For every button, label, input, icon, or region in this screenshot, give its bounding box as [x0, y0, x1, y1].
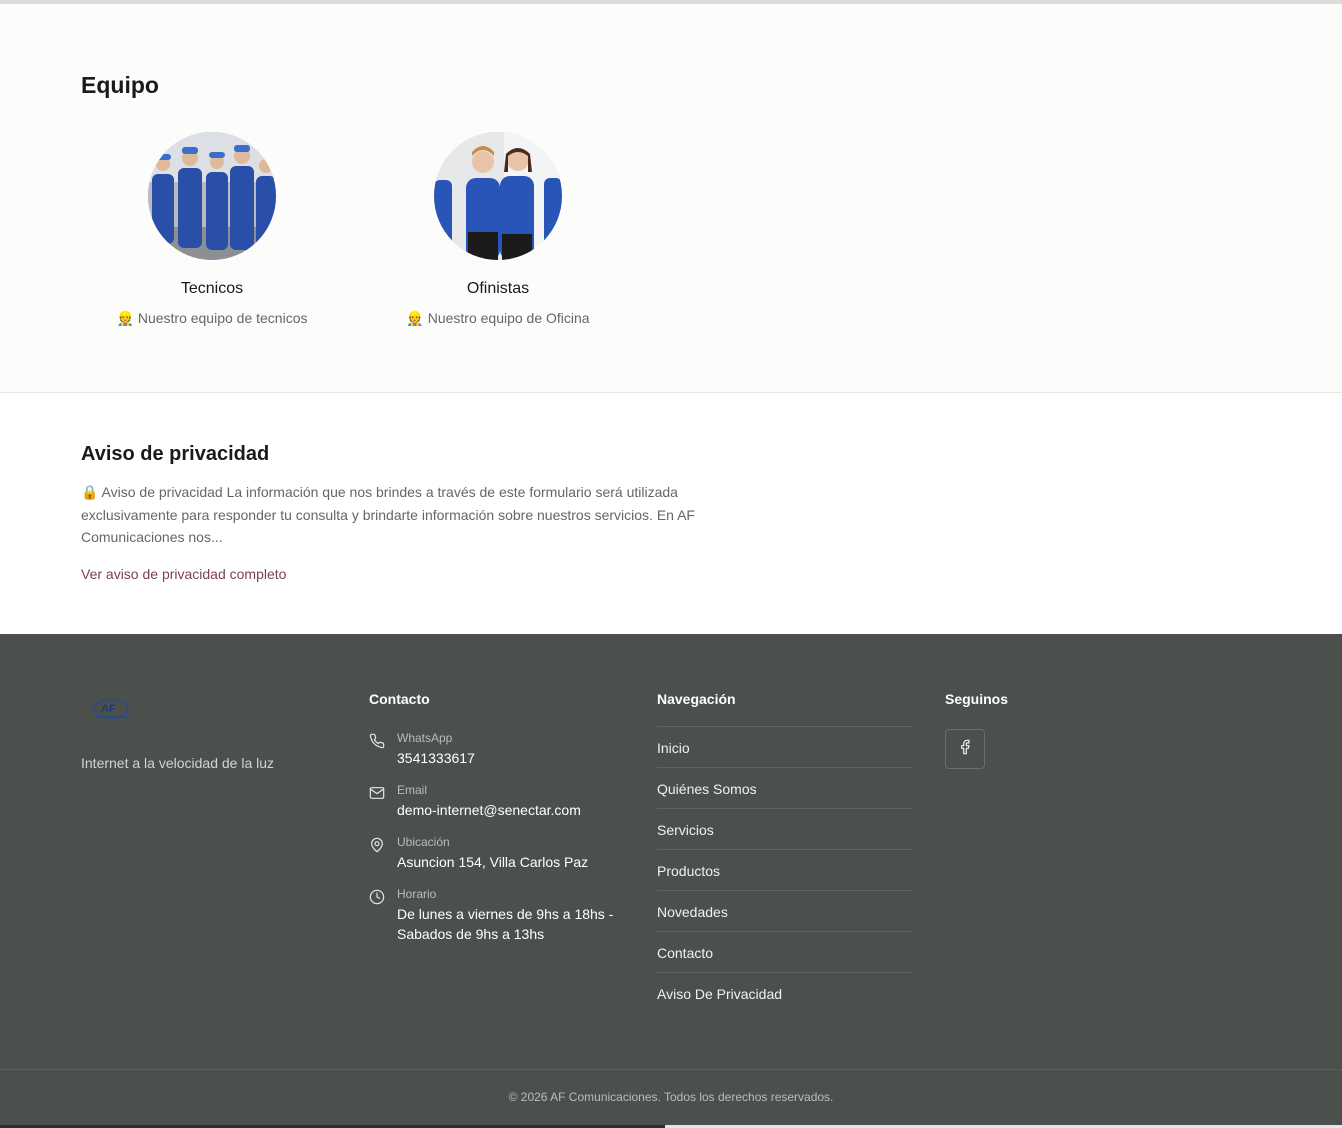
worker-emoji-icon: 👷 — [116, 310, 134, 326]
team-member-tecnicos: Tecnicos 👷 Nuestro equipo de tecnicos — [82, 132, 342, 327]
nav-item-servicios[interactable]: Servicios — [657, 808, 913, 849]
member-description: 👷 Nuestro equipo de Oficina — [368, 310, 628, 327]
social-heading: Seguinos — [945, 691, 1009, 707]
privacy-full-link[interactable]: Ver aviso de privacidad completo — [81, 566, 286, 582]
contact-value: Asuncion 154, Villa Carlos Paz — [397, 854, 589, 870]
team-member-ofinistas: Ofinistas 👷 Nuestro equipo de Oficina — [368, 132, 628, 327]
nav-item-inicio[interactable]: Inicio — [657, 726, 913, 767]
member-name: Tecnicos — [180, 280, 244, 297]
nav-item-novedades[interactable]: Novedades — [657, 890, 913, 931]
team-section: Equipo Tecnicos 👷 Nuestro equipo de tecn… — [0, 4, 1342, 393]
svg-text:AF: AF — [101, 703, 116, 715]
phone-icon — [369, 733, 385, 749]
worker-emoji-icon: 👷 — [406, 310, 424, 326]
contact-value: De lunes a viernes de 9hs a 18hs - Sabad… — [397, 906, 614, 942]
nav-item-quienes-somos[interactable]: Quiénes Somos — [657, 767, 913, 808]
location-pin-icon — [369, 837, 385, 853]
footer-divider — [0, 1069, 1342, 1070]
mail-icon — [369, 785, 385, 801]
contact-value: 3541333617 — [397, 750, 475, 766]
contact-label: WhatsApp — [397, 731, 453, 745]
member-name: Ofinistas — [466, 280, 530, 297]
footer-tagline: Internet a la velocidad de la luz — [81, 755, 275, 771]
facebook-icon — [957, 739, 973, 760]
site-footer: AF Internet a la velocidad de la luz Con… — [0, 634, 1342, 1128]
privacy-title: Aviso de privacidad — [81, 443, 270, 465]
copyright: © 2026 AF Comunicaciones. Todos los dere… — [508, 1090, 834, 1104]
nav-heading: Navegación — [657, 691, 736, 707]
member-desc-text: Nuestro equipo de tecnicos — [137, 310, 308, 326]
privacy-summary: 🔒 Aviso de privacidad La información que… — [81, 484, 695, 545]
af-logo[interactable]: AF — [92, 696, 130, 720]
facebook-button[interactable] — [945, 729, 985, 769]
nav-item-productos[interactable]: Productos — [657, 849, 913, 890]
contact-label: Email — [397, 783, 428, 797]
contact-value: demo-internet@senectar.com — [397, 802, 581, 818]
member-description: 👷 Nuestro equipo de tecnicos — [82, 310, 342, 327]
clock-icon — [369, 889, 385, 905]
contact-label: Ubicación — [397, 835, 450, 849]
contact-heading: Contacto — [369, 691, 430, 707]
nav-item-aviso-privacidad[interactable]: Aviso De Privacidad — [657, 972, 913, 1013]
tecnicos-photo — [148, 132, 276, 260]
privacy-section: Aviso de privacidad 🔒 Aviso de privacida… — [0, 393, 1342, 634]
footer-nav: Inicio Quiénes Somos Servicios Productos… — [657, 726, 913, 1013]
contact-label: Horario — [397, 887, 437, 901]
ofinistas-photo — [434, 132, 562, 260]
nav-item-contacto[interactable]: Contacto — [657, 931, 913, 972]
member-desc-text: Nuestro equipo de Oficina — [427, 310, 590, 326]
team-title: Equipo — [81, 72, 159, 98]
